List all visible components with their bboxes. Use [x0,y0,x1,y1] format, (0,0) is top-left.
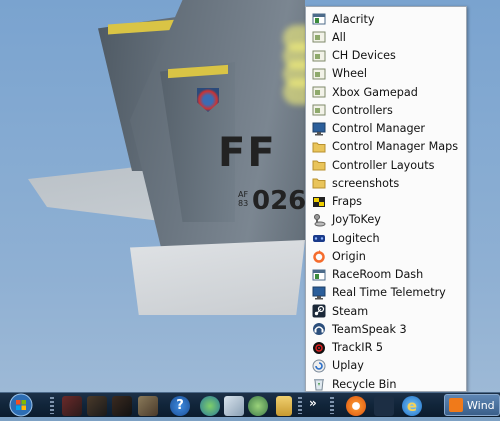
origin-taskbar-icon[interactable] [346,396,366,416]
logitech-icon [312,231,326,245]
menu-item-fraps[interactable]: Fraps [306,193,466,211]
windows-orb-icon [9,393,33,417]
folder-icon [312,140,326,154]
monitor-app-icon [312,286,326,300]
jet-ff-marking: FF [218,130,277,176]
internet-explorer-icon[interactable]: e [402,396,422,416]
teamspeak-icon [312,322,326,336]
folder-shortcut-icon [312,85,326,99]
window-app-icon [449,398,463,412]
menu-item-recycle-bin[interactable]: Recycle Bin [306,375,466,393]
taskbar-window-label: Wind [467,398,495,412]
taskbar: ? » e Wind [0,392,500,417]
menu-item-screenshots[interactable]: screenshots [306,174,466,192]
menu-item-label: Steam [332,304,369,318]
menu-item-label: Recycle Bin [332,377,397,391]
menu-item-label: JoyToKey [332,213,381,227]
steam-icon [312,304,326,318]
menu-item-controller-layouts[interactable]: Controller Layouts [306,156,466,174]
menu-item-trackir-5[interactable]: TrackIR 5 [306,339,466,357]
unknown-app-icon[interactable] [374,396,394,416]
menu-item-teamspeak-3[interactable]: TeamSpeak 3 [306,320,466,338]
menu-item-label: RaceRoom Dash [332,268,424,282]
menu-item-label: Logitech [332,231,380,245]
menu-item-wheel[interactable]: Wheel [306,65,466,83]
window-app-icon [312,12,326,26]
recycle-bin-icon [312,377,326,391]
folder-icon [312,158,326,172]
origin-icon [312,249,326,264]
menu-item-label: TeamSpeak 3 [332,322,407,336]
game-shortcut-icon[interactable] [112,396,132,416]
menu-item-logitech[interactable]: Logitech [306,229,466,247]
menu-item-control-manager[interactable]: Control Manager [306,120,466,138]
toolbar-grip[interactable] [298,397,302,414]
earth-icon[interactable] [248,396,268,416]
menu-item-origin[interactable]: Origin [306,247,466,265]
menu-item-all[interactable]: All [306,28,466,46]
toolbar-overflow-chevron[interactable]: » [309,396,317,410]
jet-af-marking: AF 83 [238,190,248,208]
menu-item-label: Uplay [332,359,364,373]
menu-item-steam[interactable]: Steam [306,302,466,320]
menu-item-label: Fraps [332,195,363,209]
menu-item-label: Origin [332,249,366,263]
menu-item-label: Controller Layouts [332,158,435,172]
folder-icon[interactable] [276,396,292,416]
af-line-1: AF [238,190,249,199]
menu-item-label: screenshots [332,176,400,190]
menu-item-uplay[interactable]: Uplay [306,357,466,375]
game-shortcut-icon[interactable] [87,396,107,416]
window-app-icon [312,268,326,282]
game-shortcut-icon[interactable] [138,396,158,416]
toolbar-grip[interactable] [330,397,334,414]
folder-icon [312,176,326,190]
menu-item-xbox-gamepad[interactable]: Xbox Gamepad [306,83,466,101]
folder-shortcut-icon [312,67,326,81]
fraps-icon [312,195,326,209]
menu-item-label: CH Devices [332,49,396,63]
joytokey-icon [312,213,326,227]
jet-tail-number: 026 [252,186,307,216]
menu-item-joytokey[interactable]: JoyToKey [306,211,466,229]
uplay-icon [312,359,326,373]
help-icon[interactable]: ? [170,396,190,416]
toolbar-grip[interactable] [50,397,54,414]
taskbar-window-button[interactable]: Wind [444,394,500,416]
menu-item-label: All [332,30,346,44]
trackir-icon [312,341,326,355]
menu-item-controllers[interactable]: Controllers [306,101,466,119]
menu-item-label: TrackIR 5 [332,341,384,355]
menu-item-alacrity[interactable]: Alacrity [306,10,466,28]
folder-shortcut-icon [312,103,326,117]
start-button[interactable] [8,393,34,417]
menu-item-control-manager-maps[interactable]: Control Manager Maps [306,138,466,156]
menu-item-label: Controllers [332,103,393,117]
menu-item-label: Control Manager Maps [332,140,459,154]
menu-item-label: Alacrity [332,12,375,26]
jet-lower-wing [130,240,305,315]
folder-shortcut-icon [312,49,326,63]
network-globe-icon[interactable] [200,396,220,416]
game-shortcut-icon[interactable] [62,396,82,416]
file-transfer-icon[interactable] [224,396,244,416]
menu-item-label: Wheel [332,67,368,81]
menu-item-label: Control Manager [332,122,426,136]
menu-item-label: Real Time Telemetry [332,286,446,300]
menu-item-ch-devices[interactable]: CH Devices [306,47,466,65]
menu-item-raceroom-dash[interactable]: RaceRoom Dash [306,266,466,284]
menu-item-real-time-telemetry[interactable]: Real Time Telemetry [306,284,466,302]
af-line-2: 83 [238,199,249,208]
menu-item-label: Xbox Gamepad [332,85,418,99]
folder-shortcut-icon [312,30,326,44]
toolbar-folder-menu: Alacrity All CH Devices Wheel Xbox Gamep… [305,6,467,392]
monitor-app-icon [312,122,326,136]
